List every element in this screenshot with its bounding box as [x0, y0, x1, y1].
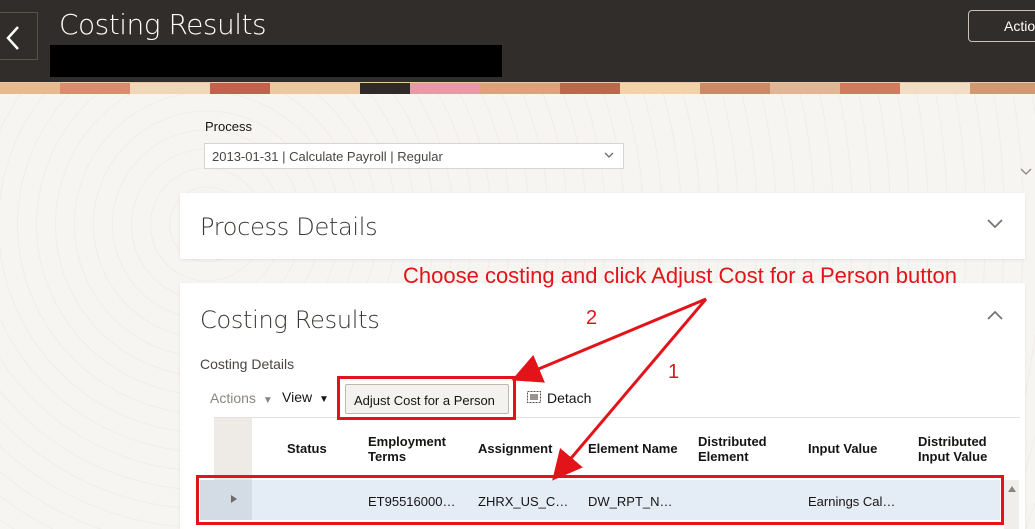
arrow-to-row [552, 298, 708, 481]
arrow-to-button [511, 297, 707, 383]
annotation-arrows [511, 297, 708, 481]
